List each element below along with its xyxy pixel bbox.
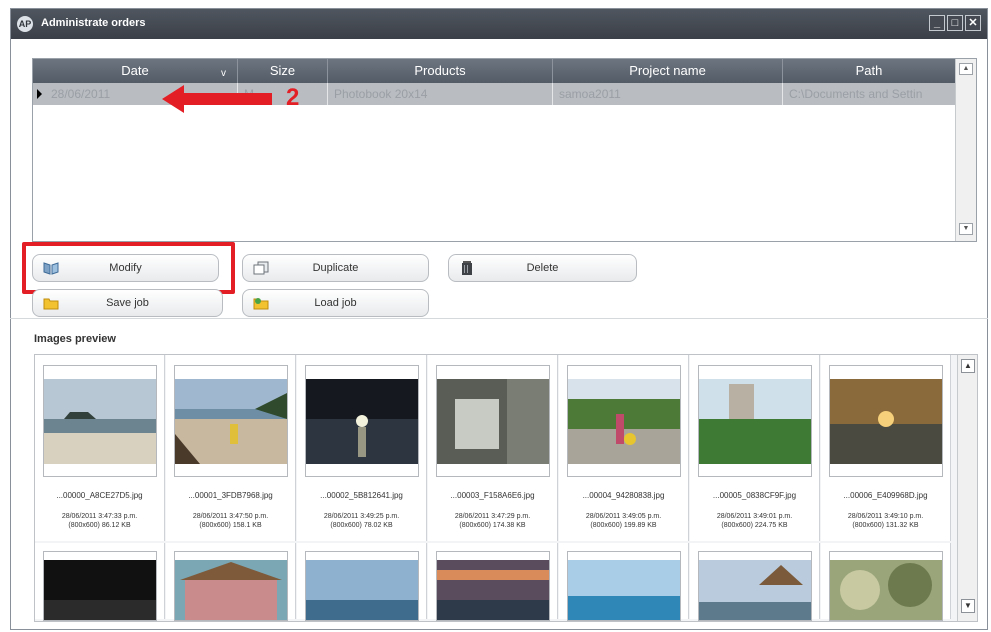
thumbnail — [829, 551, 943, 621]
beach-photo-icon — [175, 379, 287, 464]
sunset-photo-icon — [437, 560, 549, 620]
image-tile[interactable]: ...00001_3FDB7968.jpg 28/06/2011 3:47:50… — [166, 355, 296, 541]
thumbnail — [43, 551, 157, 621]
image-tile[interactable] — [35, 543, 165, 621]
image-tile[interactable]: ...00006_E409968D.jpg 28/06/2011 3:49:10… — [821, 355, 951, 541]
load-job-button[interactable]: Load job — [242, 289, 429, 317]
sea-photo-icon — [568, 560, 680, 620]
annotation-highlight-box — [22, 242, 235, 294]
maximize-button[interactable]: □ — [947, 15, 963, 31]
scroll-up-icon[interactable]: ▲ — [959, 63, 973, 75]
minimize-button[interactable]: _ — [929, 15, 945, 31]
save-job-label: Save job — [106, 297, 149, 309]
column-header-project-name[interactable]: Project name — [553, 59, 783, 83]
grid-scrollbar[interactable]: ▲ ▼ — [955, 59, 976, 241]
row-selector-icon — [37, 89, 42, 99]
cell-products: Photobook 20x14 — [328, 83, 553, 105]
column-header-date[interactable]: Date v — [33, 59, 238, 83]
image-tile[interactable] — [428, 543, 558, 621]
thumbnail — [829, 365, 943, 477]
duplicate-label: Duplicate — [312, 262, 359, 274]
load-job-label: Load job — [314, 297, 357, 309]
thumbnail — [698, 365, 812, 477]
thumbnail — [436, 551, 550, 621]
image-tile[interactable]: ...00004_94280838.jpg 28/06/2011 3:49:05… — [559, 355, 689, 541]
delete-button[interactable]: Delete — [448, 254, 637, 282]
image-tile[interactable] — [559, 543, 689, 621]
dark-photo-icon — [44, 560, 156, 620]
close-button[interactable]: ✕ — [965, 15, 981, 31]
cell-path: C:\Documents and Settin — [789, 87, 923, 101]
sunset-photo-icon — [830, 379, 942, 464]
plant-photo-icon — [830, 560, 942, 620]
divider — [10, 318, 988, 319]
scroll-down-icon[interactable]: ▼ — [961, 599, 975, 613]
road-photo-icon — [568, 379, 680, 464]
annotation-arrow-icon — [162, 85, 272, 113]
thumbnail — [436, 365, 550, 477]
image-tile[interactable]: ...00002_5B812641.jpg 28/06/2011 3:49:25… — [297, 355, 427, 541]
image-tile[interactable] — [297, 543, 427, 621]
annotation-step-2: 2 — [286, 84, 300, 111]
thumbnail — [698, 551, 812, 621]
beach-hut-photo-icon — [699, 560, 811, 620]
save-job-button[interactable]: Save job — [32, 289, 223, 317]
house-photo-icon — [175, 560, 287, 620]
image-tile[interactable]: ...00005_0838CF9F.jpg 28/06/2011 3:49:01… — [690, 355, 820, 541]
thumbnail — [174, 365, 288, 477]
duplicate-button[interactable]: Duplicate — [242, 254, 429, 282]
ruins-photo-icon — [699, 379, 811, 464]
thumbnail — [567, 551, 681, 621]
thumbnail — [43, 365, 157, 477]
cell-project-name: samoa2011 — [553, 83, 783, 105]
app-icon: AP — [17, 16, 33, 32]
rock-photo-icon — [437, 379, 549, 464]
thumbnail — [174, 551, 288, 621]
sunset-photo-icon — [306, 379, 418, 464]
sea-photo-icon — [306, 560, 418, 620]
scroll-up-icon[interactable]: ▲ — [961, 359, 975, 373]
thumbnail — [567, 365, 681, 477]
column-header-path[interactable]: Path — [783, 59, 955, 83]
thumbnail — [305, 365, 419, 477]
images-preview-panel: ...00000_A8CE27D5.jpg 28/06/2011 3:47:33… — [34, 354, 978, 622]
grid-header: Date v Size Products Project name Path — [33, 59, 955, 83]
thumbnail — [305, 551, 419, 621]
image-tile[interactable]: ...00000_A8CE27D5.jpg 28/06/2011 3:47:33… — [35, 355, 165, 541]
scroll-down-icon[interactable]: ▼ — [959, 223, 973, 235]
column-header-size[interactable]: Size — [238, 59, 328, 83]
title-bar: AP Administrate orders _ □ ✕ — [11, 9, 987, 39]
image-tile[interactable] — [690, 543, 820, 621]
column-header-products[interactable]: Products — [328, 59, 553, 83]
window-title: Administrate orders — [41, 17, 146, 29]
image-tile[interactable] — [821, 543, 951, 621]
image-tile[interactable]: ...00003_F158A6E6.jpg 28/06/2011 3:47:29… — [428, 355, 558, 541]
delete-label: Delete — [526, 262, 559, 274]
beach-photo-icon — [44, 379, 156, 464]
preview-scrollbar[interactable]: ▲ ▼ — [957, 355, 977, 621]
images-preview-label: Images preview — [34, 333, 116, 345]
image-tile[interactable] — [166, 543, 296, 621]
